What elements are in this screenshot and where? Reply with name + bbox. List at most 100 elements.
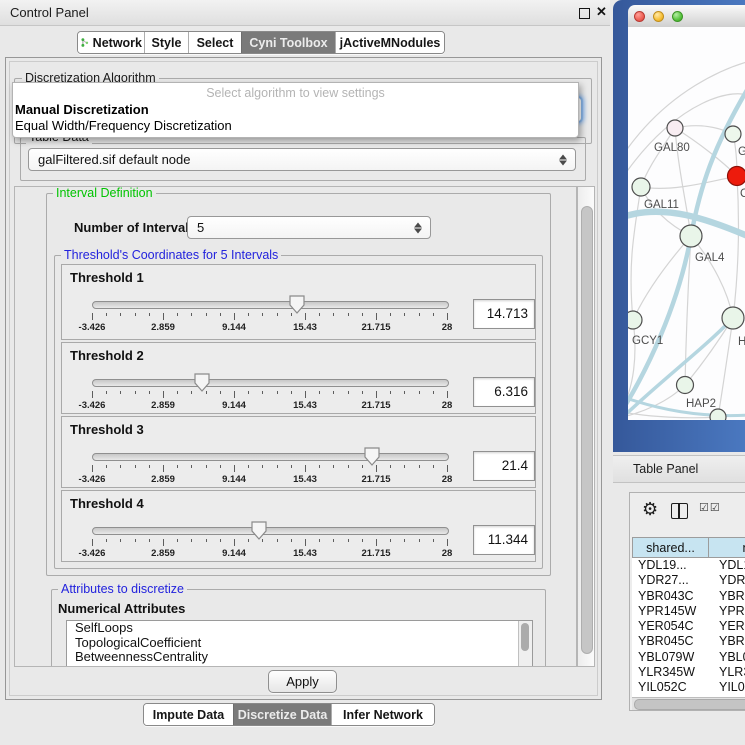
- list-scrollbar-thumb[interactable]: [521, 623, 529, 651]
- tab-discretize-data[interactable]: Discretize Data: [233, 704, 331, 725]
- node-label: C: [740, 188, 745, 200]
- slider-thumb[interactable]: [289, 295, 305, 314]
- tab-cyni-toolbox[interactable]: Cyni Toolbox: [241, 32, 335, 53]
- slider-tick-labels: -3.426 2.859 9.144 15.43 21.715 28: [92, 548, 447, 559]
- table-row[interactable]: YDL19...YDL1: [632, 558, 745, 573]
- table-panel-titlebar: Table Panel: [613, 455, 745, 483]
- gear-icon[interactable]: ⚙: [642, 499, 658, 520]
- spinner-icon[interactable]: [559, 154, 567, 165]
- interval-definition-group-title: Interval Definition: [53, 186, 156, 200]
- table-row[interactable]: YBR043CYBR0: [632, 589, 745, 604]
- tab-jactivemnodules[interactable]: jActiveMNodules: [335, 32, 444, 53]
- list-item[interactable]: SelfLoops: [67, 621, 532, 636]
- table-row[interactable]: YER054CYER0: [632, 619, 745, 634]
- slider-ticks: [92, 539, 447, 547]
- node-gal11[interactable]: [632, 178, 650, 196]
- table-horizontal-scrollbar[interactable]: [632, 697, 745, 710]
- slider-track[interactable]: [92, 301, 449, 309]
- threshold-2-value-field[interactable]: 6.316: [473, 377, 535, 407]
- node-ga[interactable]: [725, 126, 741, 142]
- settings-scrollbar[interactable]: [577, 186, 595, 667]
- table-row[interactable]: YBR045CYBR0: [632, 634, 745, 649]
- panel-title: Control Panel: [10, 5, 89, 20]
- network-canvas[interactable]: GAL80 GA C GAL11 GAL4 GCY1 H HAP2: [628, 27, 745, 420]
- node-label: GA: [738, 146, 745, 158]
- node-label: GAL11: [644, 199, 679, 211]
- tab-style[interactable]: Style: [144, 32, 188, 53]
- slider-thumb[interactable]: [194, 373, 210, 392]
- threshold-3-label: Threshold 3: [70, 422, 144, 437]
- node-gal80[interactable]: [667, 120, 683, 136]
- threshold-3-slider[interactable]: -3.426 2.859 9.144 15.43 21.715 28: [92, 445, 447, 485]
- threshold-4-slider[interactable]: -3.426 2.859 9.144 15.43 21.715 28: [92, 519, 447, 559]
- table-row[interactable]: YDR27...YDR2: [632, 573, 745, 588]
- threshold-1-value-field[interactable]: 14.713: [473, 299, 535, 329]
- slider-ticks: [92, 465, 447, 473]
- tab-network[interactable]: Network: [78, 32, 144, 53]
- table-row[interactable]: YLR345WYLR3: [632, 665, 745, 680]
- node-gal4[interactable]: [680, 225, 702, 247]
- list-scrollbar[interactable]: [518, 621, 532, 667]
- float-window-icon[interactable]: [579, 8, 590, 19]
- column-header-name[interactable]: na: [709, 537, 745, 558]
- tab-impute-data[interactable]: Impute Data: [144, 704, 233, 725]
- node-label: GAL4: [695, 252, 725, 264]
- numerical-attributes-list[interactable]: SelfLoops TopologicalCoefficient Between…: [66, 620, 533, 667]
- slider-tick-labels: -3.426 2.859 9.144 15.43 21.715 28: [92, 400, 447, 411]
- close-traffic-light-icon[interactable]: [634, 11, 645, 22]
- column-header-shared[interactable]: shared...: [632, 537, 709, 558]
- network-window-titlebar[interactable]: [628, 5, 745, 28]
- node-label: GAL80: [654, 142, 690, 154]
- table-row[interactable]: YIL052CYIL0: [632, 680, 745, 695]
- threshold-2-label: Threshold 2: [70, 348, 144, 363]
- node-label: HAP2: [686, 398, 716, 410]
- number-of-intervals-combobox[interactable]: 5: [187, 216, 431, 239]
- dropdown-hint: Select algorithm to view settings: [13, 86, 578, 100]
- node-bottom[interactable]: [710, 409, 726, 420]
- table-data-combobox[interactable]: galFiltered.sif default node: [28, 148, 576, 171]
- slider-track[interactable]: [92, 453, 449, 461]
- table-panel-box: ⚙ ☑☑ shared... na YDL19...YDL1 YDR27...Y…: [629, 492, 745, 711]
- network-graph: GAL80 GA C GAL11 GAL4 GCY1 H HAP2: [628, 27, 745, 420]
- tab-select[interactable]: Select: [188, 32, 241, 53]
- settings-scrollbar-thumb[interactable]: [581, 206, 593, 654]
- dropdown-option-equal-width-frequency[interactable]: Equal Width/Frequency Discretization: [15, 118, 232, 133]
- table-horizontal-scrollbar-thumb[interactable]: [634, 699, 745, 710]
- slider-track[interactable]: [92, 379, 449, 387]
- node-hap2[interactable]: [677, 377, 694, 394]
- threshold-1-slider[interactable]: -3.426 2.859 9.144 15.43 21.715 28: [92, 293, 447, 333]
- threshold-3-panel: Threshold 3 -3.426 2.859 9.144 15.43 21.…: [61, 416, 536, 488]
- slider-tick-labels: -3.426 2.859 9.144 15.43 21.715 28: [92, 322, 447, 333]
- apply-button[interactable]: Apply: [268, 670, 337, 693]
- slider-thumb[interactable]: [251, 521, 267, 540]
- table-header: shared... na: [632, 537, 745, 558]
- node-gcy1[interactable]: [628, 311, 642, 329]
- checkboxes-icon[interactable]: ☑☑: [699, 501, 721, 514]
- slider-ticks: [92, 313, 447, 321]
- table-panel-title: Table Panel: [633, 462, 698, 476]
- dropdown-option-manual-discretization[interactable]: Manual Discretization: [15, 102, 149, 117]
- tab-infer-network[interactable]: Infer Network: [331, 704, 434, 725]
- algorithm-dropdown-popup: Select algorithm to view settings Manual…: [12, 82, 579, 138]
- slider-thumb[interactable]: [364, 447, 380, 466]
- attributes-group-title: Attributes to discretize: [58, 582, 187, 596]
- node-red-selected[interactable]: [728, 167, 745, 186]
- close-icon[interactable]: ✕: [596, 4, 607, 20]
- node-h[interactable]: [722, 307, 744, 329]
- threshold-4-value-field[interactable]: 11.344: [473, 525, 535, 555]
- split-columns-icon[interactable]: [671, 503, 688, 519]
- numerical-attributes-label: Numerical Attributes: [58, 601, 185, 616]
- spinner-icon[interactable]: [414, 222, 422, 233]
- slider-track[interactable]: [92, 527, 449, 535]
- threshold-2-slider[interactable]: -3.426 2.859 9.144 15.43 21.715 28: [92, 371, 447, 411]
- table-row[interactable]: YBL079WYBL0: [632, 650, 745, 665]
- network-view-window[interactable]: GAL80 GA C GAL11 GAL4 GCY1 H HAP2: [613, 0, 745, 452]
- list-item[interactable]: BetweennessCentrality: [67, 650, 532, 665]
- threshold-3-value-field[interactable]: 21.4: [473, 451, 535, 481]
- threshold-2-panel: Threshold 2 -3.426 2.859 9.144 15.43 21.…: [61, 342, 536, 414]
- minimize-traffic-light-icon[interactable]: [653, 11, 664, 22]
- threshold-4-panel: Threshold 4 -3.426 2.859 9.144 15.43 21.…: [61, 490, 536, 562]
- list-item[interactable]: TopologicalCoefficient: [67, 636, 532, 651]
- table-row[interactable]: YPR145WYPR1: [632, 604, 745, 619]
- zoom-traffic-light-icon[interactable]: [672, 11, 683, 22]
